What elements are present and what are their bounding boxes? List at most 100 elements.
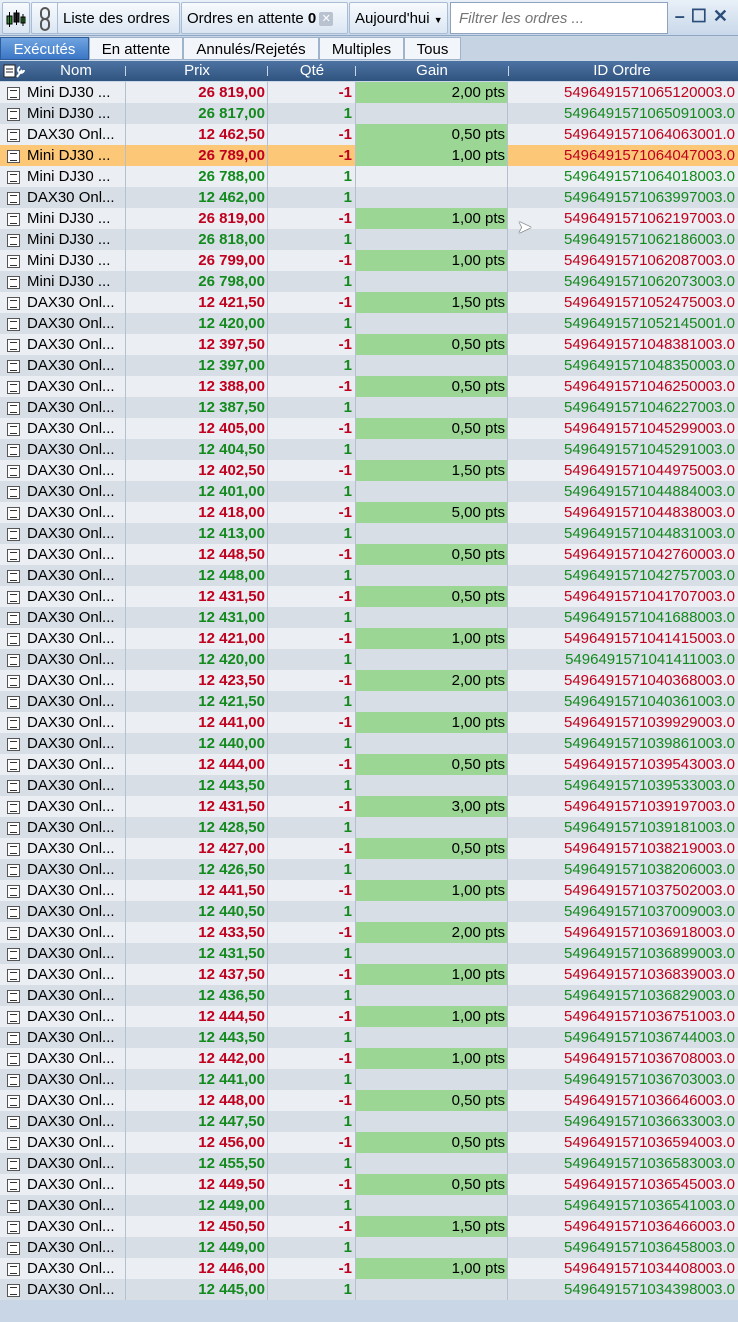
table-row[interactable]: DAX30 Onl... 12 448,50 -1 0,50 pts 549649157… <box>0 544 738 565</box>
order-doc-icon[interactable] <box>0 1174 26 1195</box>
order-doc-icon[interactable] <box>0 733 26 754</box>
order-doc-icon[interactable] <box>0 103 26 124</box>
order-doc-icon[interactable] <box>0 985 26 1006</box>
order-doc-icon[interactable] <box>0 1237 26 1258</box>
table-row[interactable]: DAX30 Onl... 12 446,00 -1 1,00 pts 549649157… <box>0 1258 738 1279</box>
table-row[interactable]: DAX30 Onl... 12 431,50 1 549649157103689900… <box>0 943 738 964</box>
order-doc-icon[interactable] <box>0 1153 26 1174</box>
table-row[interactable]: DAX30 Onl... 12 421,50 1 549649157104036100… <box>0 691 738 712</box>
order-doc-icon[interactable] <box>0 376 26 397</box>
filter-input[interactable] <box>450 2 668 34</box>
table-row[interactable]: DAX30 Onl... 12 445,00 1 549649157103439800… <box>0 1279 738 1300</box>
tab-en-attente[interactable]: En attente <box>89 37 183 60</box>
order-doc-icon[interactable] <box>0 586 26 607</box>
order-doc-icon[interactable] <box>0 145 26 166</box>
table-row[interactable]: DAX30 Onl... 12 456,00 -1 0,50 pts 549649157… <box>0 1132 738 1153</box>
table-row[interactable]: DAX30 Onl... 12 433,50 -1 2,00 pts 549649157… <box>0 922 738 943</box>
table-row[interactable]: DAX30 Onl... 12 437,50 -1 1,00 pts 549649157… <box>0 964 738 985</box>
table-row[interactable]: DAX30 Onl... 12 402,50 -1 1,50 pts 549649157… <box>0 460 738 481</box>
table-row[interactable]: DAX30 Onl... 12 413,00 1 549649157104483100… <box>0 523 738 544</box>
table-row[interactable]: DAX30 Onl... 12 462,00 1 549649157106399700… <box>0 187 738 208</box>
table-row[interactable]: DAX30 Onl... 12 388,00 -1 0,50 pts 549649157… <box>0 376 738 397</box>
order-doc-icon[interactable] <box>0 817 26 838</box>
order-doc-icon[interactable] <box>0 460 26 481</box>
order-doc-icon[interactable] <box>0 1111 26 1132</box>
order-doc-icon[interactable] <box>0 922 26 943</box>
table-row[interactable]: DAX30 Onl... 12 449,00 1 549649157103654100… <box>0 1195 738 1216</box>
order-doc-icon[interactable] <box>0 1132 26 1153</box>
order-doc-icon[interactable] <box>0 670 26 691</box>
order-doc-icon[interactable] <box>0 502 26 523</box>
table-row[interactable]: DAX30 Onl... 12 421,50 -1 1,50 pts 549649157… <box>0 292 738 313</box>
table-row[interactable]: DAX30 Onl... 12 426,50 1 549649157103820600… <box>0 859 738 880</box>
table-row[interactable]: DAX30 Onl... 12 450,50 -1 1,50 pts 549649157… <box>0 1216 738 1237</box>
table-row[interactable]: DAX30 Onl... 12 423,50 -1 2,00 pts 549649157… <box>0 670 738 691</box>
pending-orders-button[interactable]: Ordres en attente 0 ✕ <box>181 2 348 34</box>
order-doc-icon[interactable] <box>0 1027 26 1048</box>
column-prix[interactable]: Prix <box>126 61 268 81</box>
order-doc-icon[interactable] <box>0 1006 26 1027</box>
candlestick-icon[interactable] <box>2 2 30 34</box>
table-row[interactable]: DAX30 Onl... 12 420,00 1 549649157105214500… <box>0 313 738 334</box>
order-doc-icon[interactable] <box>0 901 26 922</box>
minimize-icon[interactable]: – <box>675 6 691 26</box>
order-doc-icon[interactable] <box>0 292 26 313</box>
maximize-icon[interactable]: ☐ <box>691 6 713 26</box>
table-row[interactable]: DAX30 Onl... 12 427,00 -1 0,50 pts 549649157… <box>0 838 738 859</box>
table-row[interactable]: DAX30 Onl... 12 397,50 -1 0,50 pts 549649157… <box>0 334 738 355</box>
table-row[interactable]: DAX30 Onl... 12 431,00 1 549649157104168800… <box>0 607 738 628</box>
table-row[interactable]: Mini DJ30 ... 26 819,00 -1 2,00 pts 54964915… <box>0 82 738 103</box>
table-row[interactable]: Mini DJ30 ... 26 788,00 1 54964915710640180… <box>0 166 738 187</box>
table-row[interactable]: Mini DJ30 ... 26 798,00 1 54964915710620730… <box>0 271 738 292</box>
close-window-icon[interactable]: ✕ <box>713 6 734 26</box>
order-doc-icon[interactable] <box>0 964 26 985</box>
table-row[interactable]: DAX30 Onl... 12 444,00 -1 0,50 pts 549649157… <box>0 754 738 775</box>
table-row[interactable]: DAX30 Onl... 12 440,00 1 549649157103986100… <box>0 733 738 754</box>
table-row[interactable]: DAX30 Onl... 12 443,50 1 549649157103674400… <box>0 1027 738 1048</box>
table-row[interactable]: DAX30 Onl... 12 421,00 -1 1,00 pts 549649157… <box>0 628 738 649</box>
table-row[interactable]: DAX30 Onl... 12 431,50 -1 3,00 pts 549649157… <box>0 796 738 817</box>
table-row[interactable]: DAX30 Onl... 12 441,50 -1 1,00 pts 549649157… <box>0 880 738 901</box>
table-row[interactable]: DAX30 Onl... 12 401,00 1 549649157104488400… <box>0 481 738 502</box>
column-nom[interactable]: Nom <box>26 61 126 81</box>
order-doc-icon[interactable] <box>0 880 26 901</box>
order-doc-icon[interactable] <box>0 208 26 229</box>
table-row[interactable]: Mini DJ30 ... 26 789,00 -1 1,00 pts 54964915… <box>0 145 738 166</box>
column-qte[interactable]: Qté <box>268 61 356 81</box>
table-row[interactable]: DAX30 Onl... 12 420,00 1 549649157104141100… <box>0 649 738 670</box>
order-doc-icon[interactable] <box>0 754 26 775</box>
order-doc-icon[interactable] <box>0 1258 26 1279</box>
order-doc-icon[interactable] <box>0 943 26 964</box>
order-doc-icon[interactable] <box>0 628 26 649</box>
order-doc-icon[interactable] <box>0 775 26 796</box>
table-row[interactable]: DAX30 Onl... 12 440,50 1 549649157103700900… <box>0 901 738 922</box>
table-row[interactable]: DAX30 Onl... 12 404,50 1 549649157104529100… <box>0 439 738 460</box>
table-row[interactable]: DAX30 Onl... 12 442,00 -1 1,00 pts 549649157… <box>0 1048 738 1069</box>
table-row[interactable]: DAX30 Onl... 12 418,00 -1 5,00 pts 549649157… <box>0 502 738 523</box>
order-doc-icon[interactable] <box>0 712 26 733</box>
table-row[interactable]: DAX30 Onl... 12 436,50 1 549649157103682900… <box>0 985 738 1006</box>
table-row[interactable]: DAX30 Onl... 12 462,50 -1 0,50 pts 549649157… <box>0 124 738 145</box>
order-doc-icon[interactable] <box>0 649 26 670</box>
doc-wrench-icon[interactable] <box>2 61 26 81</box>
table-row[interactable]: DAX30 Onl... 12 444,50 -1 1,00 pts 549649157… <box>0 1006 738 1027</box>
order-doc-icon[interactable] <box>0 1216 26 1237</box>
table-row[interactable]: DAX30 Onl... 12 449,50 -1 0,50 pts 549649157… <box>0 1174 738 1195</box>
date-filter-dropdown[interactable]: Aujourd'hui ▼ <box>349 2 448 34</box>
table-row[interactable]: Mini DJ30 ... 26 819,00 -1 1,00 pts 54964915… <box>0 208 738 229</box>
table-row[interactable]: DAX30 Onl... 12 448,00 -1 0,50 pts 549649157… <box>0 1090 738 1111</box>
table-row[interactable]: DAX30 Onl... 12 449,00 1 549649157103645800… <box>0 1237 738 1258</box>
table-row[interactable]: DAX30 Onl... 12 447,50 1 549649157103663300… <box>0 1111 738 1132</box>
table-row[interactable]: Mini DJ30 ... 26 817,00 1 54964915710650910… <box>0 103 738 124</box>
column-id-ordre[interactable]: ID Ordre <box>508 61 736 81</box>
order-doc-icon[interactable] <box>0 1048 26 1069</box>
order-doc-icon[interactable] <box>0 124 26 145</box>
order-doc-icon[interactable] <box>0 523 26 544</box>
table-row[interactable]: DAX30 Onl... 12 405,00 -1 0,50 pts 549649157… <box>0 418 738 439</box>
table-row[interactable]: DAX30 Onl... 12 397,00 1 549649157104835000… <box>0 355 738 376</box>
table-row[interactable]: DAX30 Onl... 12 431,50 -1 0,50 pts 549649157… <box>0 586 738 607</box>
tab-multiples[interactable]: Multiples <box>319 37 404 60</box>
order-doc-icon[interactable] <box>0 691 26 712</box>
order-doc-icon[interactable] <box>0 355 26 376</box>
order-doc-icon[interactable] <box>0 796 26 817</box>
